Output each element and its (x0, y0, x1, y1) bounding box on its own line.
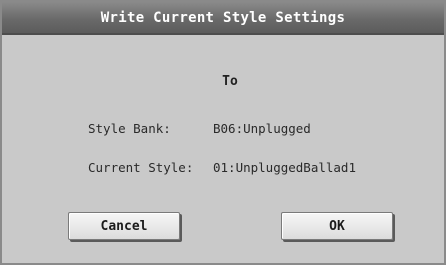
write-style-dialog: Write Current Style Settings To Style Ba… (0, 0, 446, 265)
ok-button[interactable]: OK (281, 212, 393, 240)
dialog-title: Write Current Style Settings (100, 9, 346, 26)
cancel-button[interactable]: Cancel (68, 212, 180, 240)
dialog-titlebar: Write Current Style Settings (2, 2, 444, 35)
style-bank-label: Style Bank: (88, 121, 171, 136)
current-style-value: 01:UnpluggedBallad1 (213, 160, 356, 175)
style-bank-value: B06:Unplugged (213, 121, 311, 136)
to-label: To (222, 74, 238, 89)
current-style-label: Current Style: (88, 160, 194, 175)
